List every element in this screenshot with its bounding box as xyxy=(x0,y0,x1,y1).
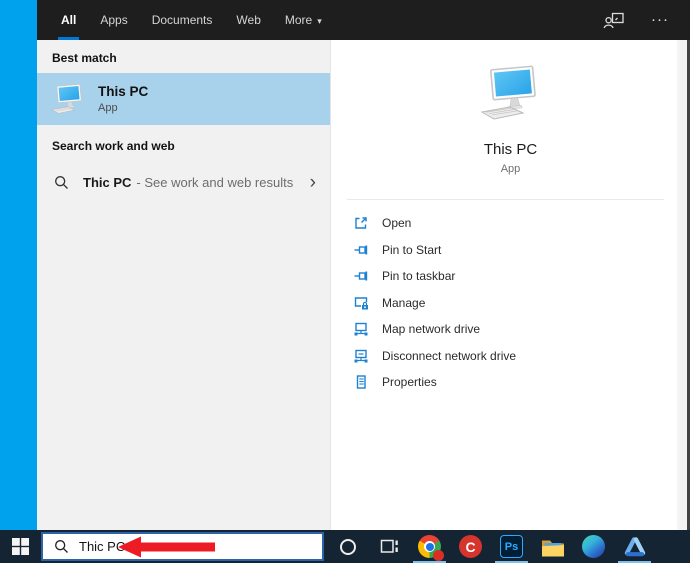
task-view-icon xyxy=(380,539,398,553)
action-pin-to-start[interactable]: Pin to Start xyxy=(353,237,690,264)
tab-more[interactable]: More ▾ xyxy=(273,0,334,40)
action-manage[interactable]: Manage xyxy=(353,290,690,317)
suggestion-hint: - See work and web results xyxy=(136,174,294,190)
action-label: Properties xyxy=(382,375,437,390)
detail-app-title: This PC xyxy=(483,141,538,158)
tab-apps-label: Apps xyxy=(100,13,128,27)
more-options-button[interactable]: ··· xyxy=(648,8,672,32)
action-list: Open Pin to Start Pin to taskbar Manage … xyxy=(331,200,690,396)
taskbar-search-input[interactable] xyxy=(79,539,189,554)
best-match-result-this-pc[interactable]: This PC App xyxy=(37,73,330,125)
taskbar-item-cortana[interactable] xyxy=(327,530,368,563)
tab-apps[interactable]: Apps xyxy=(88,0,139,40)
taskbar-item-task-view[interactable] xyxy=(368,530,409,563)
taskbar: C Ps xyxy=(0,530,690,563)
desktop-background xyxy=(0,0,37,530)
action-disconnect-network-drive[interactable]: Disconnect network drive xyxy=(353,343,690,370)
result-title: This PC xyxy=(98,84,149,99)
action-label: Disconnect network drive xyxy=(382,348,517,363)
search-icon xyxy=(55,540,68,553)
ellipsis-icon: ··· xyxy=(651,11,669,28)
action-open[interactable]: Open xyxy=(353,210,690,237)
taskbar-item-file-explorer[interactable] xyxy=(532,530,573,563)
taskbar-item-edge[interactable] xyxy=(573,530,614,563)
pin-icon xyxy=(354,271,368,281)
tab-more-label: More xyxy=(284,13,313,27)
search-filter-bar: All Apps Documents Web More ▾ ··· xyxy=(37,0,690,40)
filter-tabs: All Apps Documents Web More ▾ xyxy=(49,0,334,40)
action-label: Open xyxy=(382,216,412,231)
suggestion-query: Thic PC xyxy=(83,174,132,190)
action-label: Manage xyxy=(382,295,426,310)
tab-web-label: Web xyxy=(236,13,261,27)
action-map-network-drive[interactable]: Map network drive xyxy=(353,316,690,343)
map-network-drive-icon xyxy=(354,323,368,336)
best-match-header: Best match xyxy=(52,51,117,65)
search-results-panel: Best match This PC App Search work and w… xyxy=(37,40,330,530)
user-frame-icon xyxy=(603,12,624,28)
cortana-icon xyxy=(339,538,356,555)
this-pc-icon xyxy=(51,83,83,114)
disconnect-network-drive-icon xyxy=(354,349,368,363)
photoshop-icon: Ps xyxy=(500,535,523,558)
tab-all-label: All xyxy=(61,13,77,27)
taskbar-icons: C Ps xyxy=(327,530,655,563)
notification-badge xyxy=(433,550,444,561)
result-type: App xyxy=(98,102,118,114)
tab-all[interactable]: All xyxy=(49,0,88,40)
properties-icon xyxy=(356,375,366,389)
action-label: Pin to taskbar xyxy=(382,269,456,284)
sign-in-options-button[interactable] xyxy=(602,8,626,32)
taskbar-search-box[interactable] xyxy=(41,532,324,561)
file-explorer-icon xyxy=(541,540,564,556)
drive-app-icon xyxy=(624,536,645,556)
open-icon xyxy=(355,217,367,229)
search-work-web-header: Search work and web xyxy=(52,139,175,153)
result-detail-panel: This PC App Open Pin to Start Pin to tas… xyxy=(330,40,690,530)
action-label: Pin to Start xyxy=(382,242,442,257)
scrollbar-track[interactable] xyxy=(677,40,687,530)
web-search-suggestion[interactable]: Thic PC - See work and web results › xyxy=(37,161,330,203)
this-pc-icon xyxy=(480,65,537,120)
ccleaner-icon: C xyxy=(459,535,482,558)
pin-icon xyxy=(354,245,368,255)
detail-app-type: App xyxy=(500,163,521,175)
chevron-right-icon: › xyxy=(309,171,316,193)
action-properties[interactable]: Properties xyxy=(353,369,690,396)
tab-web[interactable]: Web xyxy=(224,0,272,40)
taskbar-item-chrome[interactable] xyxy=(409,530,450,563)
search-icon xyxy=(55,175,68,189)
chevron-down-icon: ▾ xyxy=(317,16,322,26)
start-button[interactable] xyxy=(0,530,41,563)
taskbar-item-ccleaner[interactable]: C xyxy=(450,530,491,563)
edge-icon xyxy=(582,535,605,558)
windows-logo-icon xyxy=(12,538,29,555)
taskbar-item-photoshop[interactable]: Ps xyxy=(491,530,532,563)
manage-icon xyxy=(354,297,368,310)
taskbar-item-drive-app[interactable] xyxy=(614,530,655,563)
action-pin-to-taskbar[interactable]: Pin to taskbar xyxy=(353,263,690,290)
action-label: Map network drive xyxy=(382,322,481,337)
tab-documents[interactable]: Documents xyxy=(140,0,225,40)
tab-documents-label: Documents xyxy=(151,13,213,27)
